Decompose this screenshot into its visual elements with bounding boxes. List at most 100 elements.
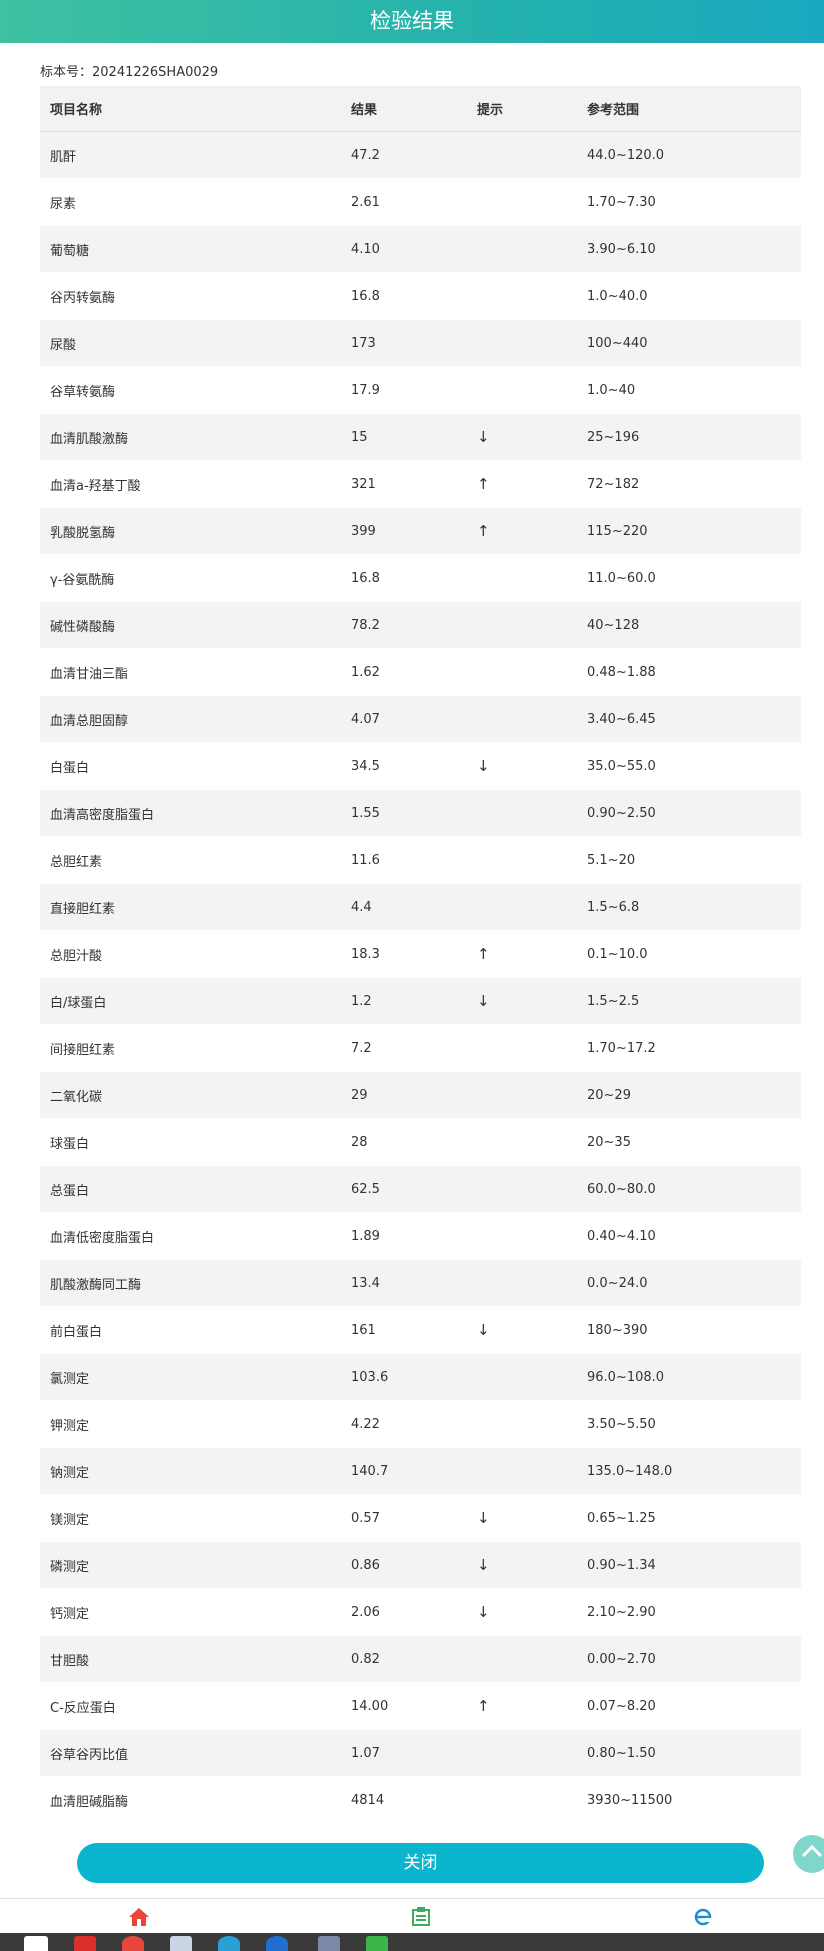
item-range: 100~440 [587,335,648,351]
item-name: 总胆汁酸 [50,948,103,964]
app-icon[interactable] [24,1936,48,1951]
report-icon[interactable] [410,1907,434,1929]
table-body: 肌酐 47.2 44.0~120.0 尿素 2.61 1.70~7.30 葡萄糖 4.10 3.… [40,132,801,1824]
item-result: 78.2 [351,617,380,633]
item-result: 28 [351,1134,368,1150]
item-name: C-反应蛋白 [50,1700,116,1716]
item-name: 血清甘油三酯 [50,666,129,682]
table-row: 谷草转氨酶 17.9 1.0~40 [40,367,801,414]
item-flag: ↓ [477,757,490,775]
home-icon[interactable] [128,1907,152,1929]
table-row: 谷草谷丙比值 1.07 0.80~1.50 [40,1730,801,1777]
table-row: 血清甘油三酯 1.62 0.48~1.88 [40,649,801,696]
item-range: 60.0~80.0 [587,1181,656,1197]
item-name: 间接胆红素 [50,1042,116,1058]
table-row: 乳酸脱氢酶 399 ↑ 115~220 [40,508,801,555]
item-name: 甘胆酸 [50,1653,90,1669]
table-row: 尿素 2.61 1.70~7.30 [40,179,801,226]
item-range: 135.0~148.0 [587,1463,673,1479]
table-row: C-反应蛋白 14.00 ↑ 0.07~8.20 [40,1683,801,1730]
table-row: 钙测定 2.06 ↓ 2.10~2.90 [40,1589,801,1636]
item-result: 47.2 [351,147,380,163]
item-result: 1.89 [351,1228,380,1244]
item-result: 29 [351,1087,368,1103]
item-range: 3930~11500 [587,1792,673,1808]
browser-icon[interactable] [692,1907,716,1929]
table-row: 白/球蛋白 1.2 ↓ 1.5~2.5 [40,978,801,1025]
item-range: 0.48~1.88 [587,664,656,680]
item-name: γ-谷氨酰酶 [50,572,115,588]
item-result: 17.9 [351,382,380,398]
edge-icon[interactable] [218,1936,240,1951]
item-name: 尿素 [50,196,77,212]
item-flag: ↑ [477,475,490,493]
sample-number-label: 标本号： [40,65,93,80]
app-icon[interactable] [170,1936,192,1951]
item-result: 14.00 [351,1698,389,1714]
item-range: 20~35 [587,1134,631,1150]
item-range: 11.0~60.0 [587,570,656,586]
item-name: 氯测定 [50,1371,90,1387]
table-row: 氯测定 103.6 96.0~108.0 [40,1354,801,1401]
item-flag: ↑ [477,522,490,540]
table-row: 球蛋白 28 20~35 [40,1119,801,1166]
item-result: 16.8 [351,570,380,586]
item-name: 前白蛋白 [50,1324,103,1340]
item-range: 3.90~6.10 [587,241,656,257]
column-header-name: 项目名称 [50,103,103,118]
item-name: 血清肌酸激酶 [50,431,129,447]
item-result: 4.22 [351,1416,380,1432]
item-name: 谷丙转氨酶 [50,290,116,306]
item-result: 18.3 [351,946,380,962]
item-name: 钙测定 [50,1606,90,1622]
item-result: 13.4 [351,1275,380,1291]
item-name: 总蛋白 [50,1183,90,1199]
table-row: 血清低密度脂蛋白 1.89 0.40~4.10 [40,1213,801,1260]
item-result: 1.55 [351,805,380,821]
item-result: 140.7 [351,1463,389,1479]
chrome-icon[interactable] [122,1936,144,1951]
item-name: 总胆红素 [50,854,103,870]
app-icon[interactable] [318,1936,340,1951]
item-name: 乳酸脱氢酶 [50,525,116,541]
table-row: γ-谷氨酰酶 16.8 11.0~60.0 [40,555,801,602]
item-name: 血清总胆固醇 [50,713,129,729]
item-name: 肌酸激酶同工酶 [50,1277,142,1293]
item-name: 钠测定 [50,1465,90,1481]
item-name: 球蛋白 [50,1136,90,1152]
item-flag: ↓ [477,1603,490,1621]
item-result: 4.10 [351,241,380,257]
item-result: 34.5 [351,758,380,774]
results-table: 项目名称 结果 提示 参考范围 肌酐 47.2 44.0~120.0 尿素 2.61 1.… [40,86,801,1824]
item-range: 20~29 [587,1087,631,1103]
item-result: 0.86 [351,1557,380,1573]
table-row: 二氧化碳 29 20~29 [40,1072,801,1119]
table-row: 总蛋白 62.5 60.0~80.0 [40,1166,801,1213]
table-row: 磷测定 0.86 ↓ 0.90~1.34 [40,1542,801,1589]
item-result: 7.2 [351,1040,372,1056]
item-range: 115~220 [587,523,648,539]
item-name: 血清a-羟基丁酸 [50,478,141,494]
item-name: 磷测定 [50,1559,90,1575]
item-range: 96.0~108.0 [587,1369,665,1385]
item-range: 0.90~2.50 [587,805,656,821]
column-header-result: 结果 [351,103,378,118]
item-flag: ↓ [477,1556,490,1574]
app-icon[interactable] [366,1936,388,1951]
item-range: 2.10~2.90 [587,1604,656,1620]
table-row: 血清肌酸激酶 15 ↓ 25~196 [40,414,801,461]
close-button[interactable]: 关闭 [77,1843,764,1883]
item-range: 25~196 [587,429,640,445]
scroll-top-button[interactable] [793,1835,824,1873]
table-row: 总胆汁酸 18.3 ↑ 0.1~10.0 [40,931,801,978]
column-header-flag: 提示 [477,103,504,118]
item-range: 1.0~40.0 [587,288,648,304]
item-range: 0.90~1.34 [587,1557,656,1573]
table-row: 间接胆红素 7.2 1.70~17.2 [40,1025,801,1072]
item-result: 4.07 [351,711,380,727]
item-result: 0.57 [351,1510,380,1526]
bottom-nav [0,1899,824,1933]
ie-icon[interactable] [266,1936,288,1951]
item-range: 3.50~5.50 [587,1416,656,1432]
app-icon[interactable] [74,1936,96,1951]
